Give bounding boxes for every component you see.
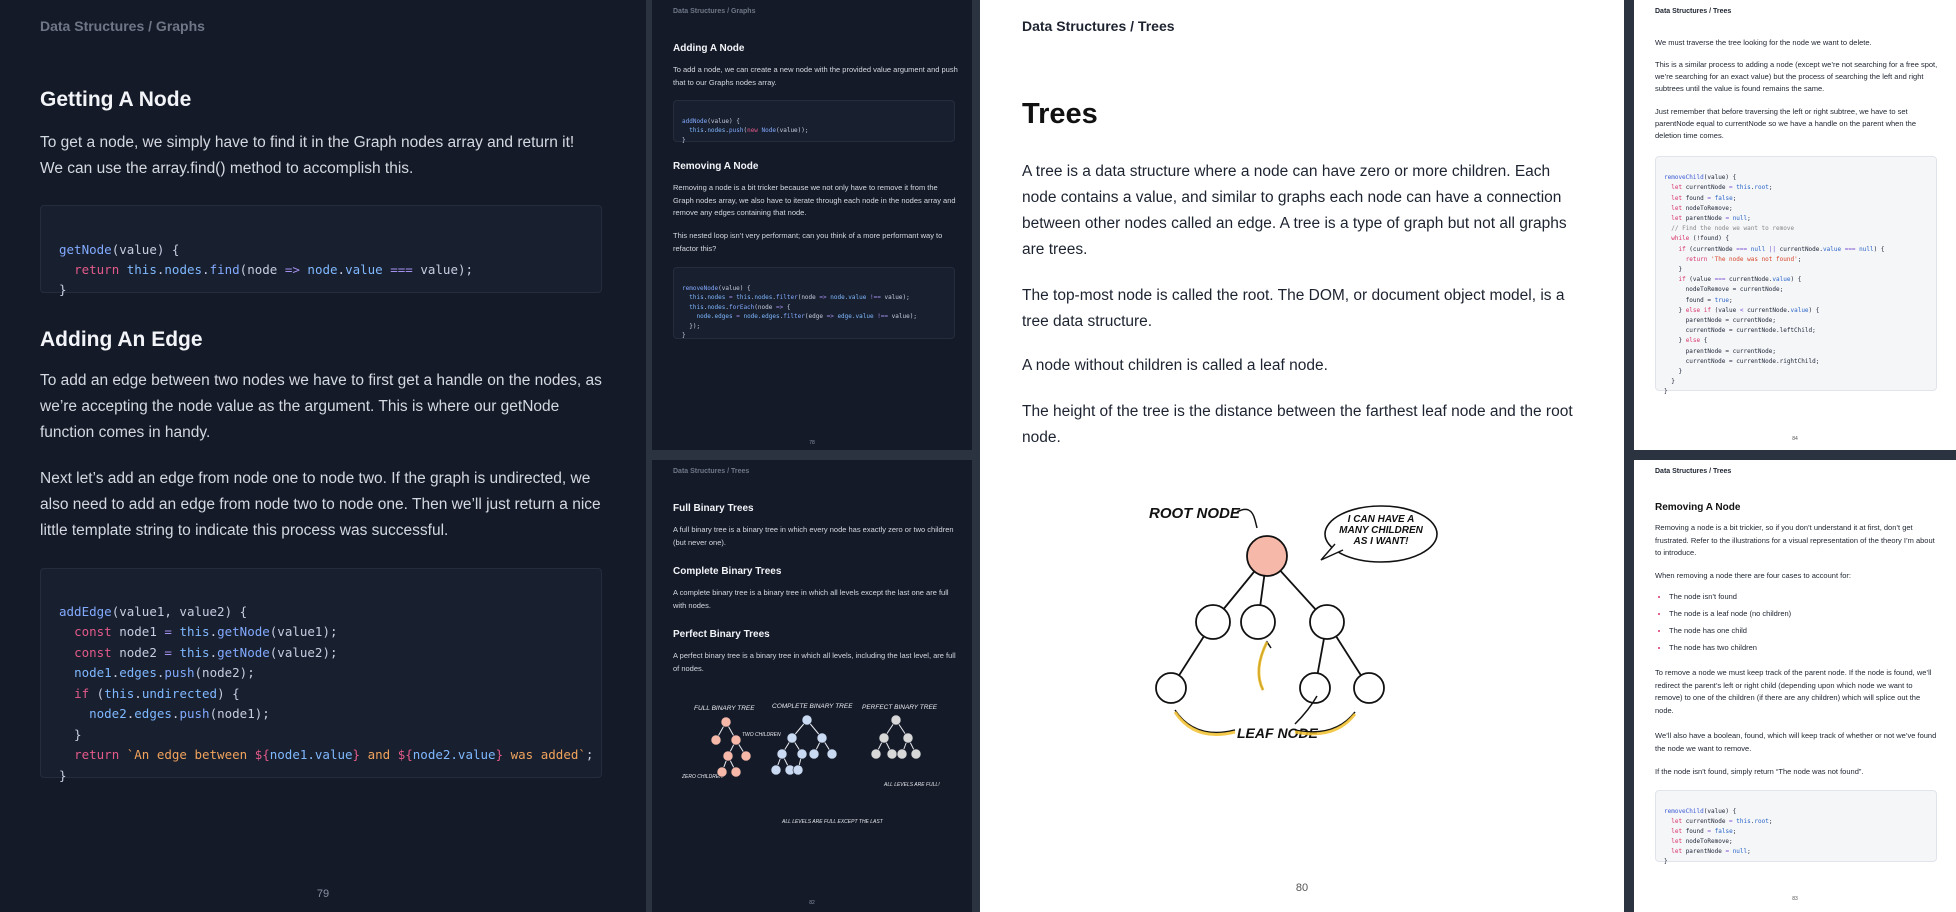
paragraph: Removing a node is a bit tricker because… — [673, 183, 956, 217]
perfect-tree-label: PERFECT BINARY TREE — [862, 704, 938, 711]
paragraph: To remove a node we must keep track of t… — [1655, 668, 1932, 715]
all-levels-except-last-label: ALL LEVELS ARE FULL EXCEPT THE LAST — [781, 819, 884, 825]
heading-getting-a-node: Getting A Node — [40, 88, 192, 111]
paragraph: A tree is a data structure where a node … — [1022, 163, 1567, 258]
paragraph: This is a similar process to adding a no… — [1655, 60, 1938, 93]
paragraph: Removing a node is a bit trickier, so if… — [1655, 523, 1935, 557]
zero-children-label: ZERO CHILDREN — [681, 774, 723, 780]
page-84: Data Structures / Trees We must traverse… — [1634, 0, 1956, 450]
page-title: Trees — [1022, 98, 1098, 130]
breadcrumb: Data Structures / Graphs — [40, 18, 205, 34]
all-levels-full-label: ALL LEVELS ARE FULL! — [883, 782, 940, 788]
page-80: Data Structures / Trees Trees A tree is … — [980, 0, 1624, 912]
page-number: 78 — [809, 440, 815, 446]
complete-tree-label: COMPLETE BINARY TREE — [772, 703, 853, 710]
page-78: Data Structures / Graphs Adding A Node T… — [652, 0, 972, 450]
code-block-getnode: getNode(value) { return this.nodes.find(… — [40, 205, 602, 297]
paragraph: When removing a node there are four case… — [1655, 571, 1851, 580]
paragraph: A full binary tree is a binary tree in w… — [673, 525, 954, 547]
code-block-addnode: addNode(value) { this.nodes.push(new Nod… — [673, 100, 955, 144]
two-children-label: TWO CHILDREN — [742, 732, 781, 738]
list-item: The node has two children — [1669, 642, 1954, 653]
page-number: 79 — [316, 888, 330, 900]
heading-adding-an-edge: Adding An Edge — [40, 328, 203, 351]
list-item: The node has one child — [1669, 625, 1954, 636]
breadcrumb: Data Structures / Trees — [673, 468, 750, 475]
code-block-removechild: removeChild(value) { let currentNode = t… — [1655, 790, 1937, 865]
paragraph: To add an edge between two nodes we have… — [40, 372, 602, 441]
paragraph: A perfect binary tree is a binary tree i… — [673, 651, 956, 673]
tree-illustration: ROOT NODE LEAF NODE I CAN HAVE A MANY CH… — [1149, 505, 1438, 741]
paragraph: The height of the tree is the distance b… — [1022, 403, 1573, 446]
full-tree-label: FULL BINARY TREE — [694, 705, 755, 712]
breadcrumb: Data Structures / Trees — [1655, 468, 1732, 475]
paragraph: The top-most node is called the root. Th… — [1022, 287, 1565, 330]
breadcrumb: Data Structures / Graphs — [673, 8, 756, 15]
paragraph: A node without children is called a leaf… — [1022, 357, 1328, 374]
heading-removing-a-node: Removing A Node — [1655, 502, 1741, 513]
paragraph: To add a node, we can create a new node … — [673, 65, 958, 87]
paragraph: Just remember that before traversing the… — [1655, 107, 1917, 140]
breadcrumb: Data Structures / Trees — [1022, 18, 1175, 34]
paragraph: We must traverse the tree looking for th… — [1655, 38, 1872, 47]
page-number: 82 — [809, 900, 815, 906]
paragraph: This nested loop isn’t very performant; … — [673, 231, 943, 253]
heading-adding-a-node: Adding A Node — [673, 43, 745, 54]
binary-trees-illustration: FULL BINARY TREE COMPLETE BINARY TREE PE… — [681, 703, 940, 825]
page-number: 80 — [1295, 882, 1309, 894]
removal-cases-list: The node isn’t found The node is a leaf … — [1655, 591, 1954, 659]
paragraph: If the node isn’t found, simply return “… — [1655, 767, 1864, 776]
code-block-removenode: removeNode(value) { this.nodes = this.no… — [673, 267, 955, 339]
paragraph: Next let’s add an edge from node one to … — [40, 470, 601, 539]
code-block-removechild: removeChild(value) { let currentNode = t… — [1655, 156, 1937, 395]
speech-bubble-text: I CAN HAVE A MANY CHILDREN AS I WANT! — [1339, 514, 1423, 547]
breadcrumb: Data Structures / Trees — [1655, 8, 1732, 15]
heading-complete-binary-trees: Complete Binary Trees — [673, 566, 782, 577]
page-number: 84 — [1792, 436, 1798, 442]
page-number: 83 — [1792, 896, 1798, 902]
page-83: Data Structures / Trees Removing A Node … — [1634, 460, 1956, 912]
page-82: Data Structures / Trees Full Binary Tree… — [652, 460, 972, 912]
page-79: Data Structures / Graphs Getting A Node … — [0, 0, 646, 912]
code-block-addedge: addEdge(value1, value2) { const node1 = … — [40, 568, 602, 783]
root-node-label: ROOT NODE — [1149, 505, 1241, 522]
paragraph: We’ll also have a boolean, found, which … — [1655, 731, 1937, 753]
heading-removing-a-node: Removing A Node — [673, 161, 759, 172]
list-item: The node is a leaf node (no children) — [1669, 608, 1954, 619]
heading-perfect-binary-trees: Perfect Binary Trees — [673, 629, 770, 640]
list-item: The node isn’t found — [1669, 591, 1954, 602]
heading-full-binary-trees: Full Binary Trees — [673, 503, 754, 514]
paragraph: To get a node, we simply have to find it… — [40, 134, 575, 177]
paragraph: A complete binary tree is a binary tree … — [673, 588, 949, 610]
